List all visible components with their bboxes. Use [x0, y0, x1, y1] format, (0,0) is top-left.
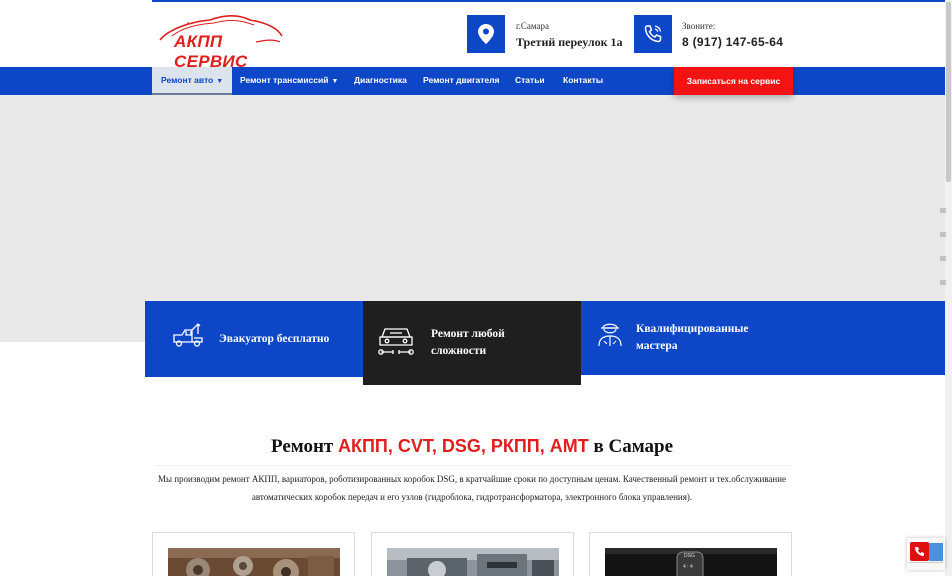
feature-text-line2: сложности: [431, 345, 487, 357]
title-highlight: АКПП, CVT, DSG, РКПП, АМТ: [337, 436, 589, 456]
scroll-marker: [940, 208, 946, 213]
scroll-marker: [940, 232, 946, 237]
scroll-marker: [940, 280, 946, 285]
feature-text-line2: мастера: [636, 340, 678, 352]
tow-truck-icon: [173, 323, 203, 347]
address-street: Третий переулок 1а: [516, 35, 623, 49]
recaptcha-terms-icon: [909, 562, 943, 568]
page-title: Ремонт АКПП, CVT, DSG, РКПП, АМТ в Самар…: [152, 436, 792, 458]
title-prefix: Ремонт: [270, 436, 334, 457]
nav-label: Статьи: [515, 75, 545, 85]
nav-label: Контакты: [563, 75, 604, 85]
intro-line-2: автоматических коробок передач и его узл…: [251, 492, 693, 502]
site-logo[interactable]: АКПП СЕРВИС: [158, 12, 284, 71]
service-card-2[interactable]: [371, 532, 574, 576]
service-card-1[interactable]: [152, 532, 355, 576]
address-city: г.Самара: [516, 21, 550, 31]
phone-label: Звоните:: [682, 21, 716, 31]
chevron-down-icon: ▼: [331, 78, 339, 85]
top-accent-line: [152, 0, 945, 2]
phone-icon: [915, 547, 924, 556]
intro-line-1: Мы производим ремонт АКПП, вариаторов, р…: [157, 474, 787, 484]
nav-label: Диагностика: [354, 75, 407, 85]
nav-label: Ремонт двигателя: [423, 75, 500, 85]
mechanic-icon: [598, 323, 622, 347]
feature-text-line1: Квалифицированные: [636, 323, 749, 335]
gear-label-bottom: 4 : 4: [683, 564, 693, 570]
nav-item-articles[interactable]: Статьи: [515, 67, 545, 95]
car-repair-icon: [378, 328, 414, 355]
phone-icon-box[interactable]: [634, 15, 672, 53]
callback-phone-icon[interactable]: [910, 542, 929, 561]
feature-complex-repair: Ремонт любой сложности: [363, 301, 581, 385]
logo-text: АКПП СЕРВИС: [174, 32, 248, 71]
nav-item-transmission-repair[interactable]: Ремонт трансмиссий ▼: [240, 67, 338, 95]
location-icon-box: [467, 15, 505, 53]
nav-label: Ремонт авто: [161, 75, 214, 85]
divider: [155, 465, 792, 466]
scroll-marker: [940, 256, 946, 261]
feature-text-line1: Ремонт любой: [431, 328, 505, 340]
feature-tow-truck: Эвакуатор бесплатно: [145, 301, 363, 377]
transmission-parts-photo: [168, 548, 340, 576]
nav-item-car-repair[interactable]: Ремонт авто ▼: [152, 67, 233, 95]
gear-label-top: DSG: [684, 553, 695, 559]
service-card-3[interactable]: DSG 4 : 4: [589, 532, 792, 576]
nav-item-engine-repair[interactable]: Ремонт двигателя: [423, 67, 499, 95]
feature-text: Эвакуатор бесплатно: [219, 333, 330, 345]
scrollbar-thumb[interactable]: [946, 2, 951, 182]
recaptcha-logo-icon: [929, 543, 943, 561]
intro-text: Мы производим ремонт АКПП, вариаторов, р…: [152, 470, 792, 506]
recaptcha-badge[interactable]: [907, 538, 945, 570]
map-pin-icon: [478, 24, 494, 44]
title-suffix: в Самаре: [593, 436, 674, 457]
feature-qualified-masters: Квалифицированные мастера: [581, 301, 945, 375]
nav-label: Ремонт трансмиссий: [240, 75, 329, 85]
book-service-button[interactable]: Записаться на сервис: [674, 67, 793, 95]
nav-item-contacts[interactable]: Контакты: [563, 67, 603, 95]
nav-item-diagnostics[interactable]: Диагностика: [354, 67, 407, 95]
main-nav: Ремонт авто ▼ Ремонт трансмиссий ▼ Диагнос…: [0, 67, 945, 95]
phone-icon: [644, 25, 662, 43]
chevron-down-icon: ▼: [216, 78, 224, 85]
page: АКПП СЕРВИС г.Самара Третий переулок 1а …: [0, 0, 952, 576]
engine-photo: [387, 548, 559, 576]
phone-number[interactable]: 8 (917) 147-65-64: [682, 35, 783, 49]
